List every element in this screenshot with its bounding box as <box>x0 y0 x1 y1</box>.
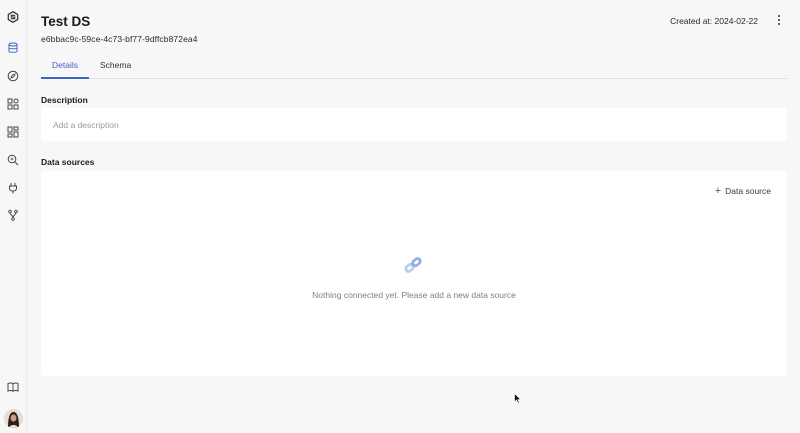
fork-icon[interactable] <box>6 208 20 222</box>
plug-icon[interactable] <box>6 181 20 195</box>
dataset-id: e6bbac9c-59ce-4c73-bf77-9dffcb872ea4 <box>41 34 198 44</box>
tab-schema[interactable]: Schema <box>89 60 142 79</box>
description-placeholder: Add a description <box>53 120 119 130</box>
tab-details[interactable]: Details <box>41 60 89 79</box>
book-icon[interactable] <box>6 380 20 394</box>
description-label: Description <box>41 95 88 105</box>
link-icon <box>401 253 425 277</box>
description-field[interactable]: Add a description <box>41 108 787 141</box>
data-sources-panel: + Data source Nothing connected yet. Ple… <box>41 171 787 376</box>
empty-state-message: Nothing connected yet. Please add a new … <box>312 290 516 300</box>
sidebar <box>0 0 27 433</box>
compass-icon[interactable] <box>6 69 20 83</box>
more-options-icon[interactable] <box>775 14 783 26</box>
add-data-source-button[interactable]: + Data source <box>714 185 771 197</box>
main-content: Test DS e6bbac9c-59ce-4c73-bf77-9dffcb87… <box>27 0 800 433</box>
data-sources-label: Data sources <box>41 157 95 167</box>
tab-bar: Details Schema <box>41 54 787 79</box>
dashboard-icon[interactable] <box>6 125 20 139</box>
add-data-source-label: Data source <box>725 186 771 196</box>
search-icon[interactable] <box>6 153 20 167</box>
apps-icon[interactable] <box>6 97 20 111</box>
logo-icon[interactable] <box>6 10 20 24</box>
database-icon[interactable] <box>6 41 20 55</box>
page-title: Test DS <box>41 14 91 29</box>
plus-icon: + <box>714 185 722 197</box>
avatar[interactable] <box>4 409 23 428</box>
cursor-icon <box>514 393 522 404</box>
created-at-label: Created at: 2024-02-22 <box>670 16 758 26</box>
